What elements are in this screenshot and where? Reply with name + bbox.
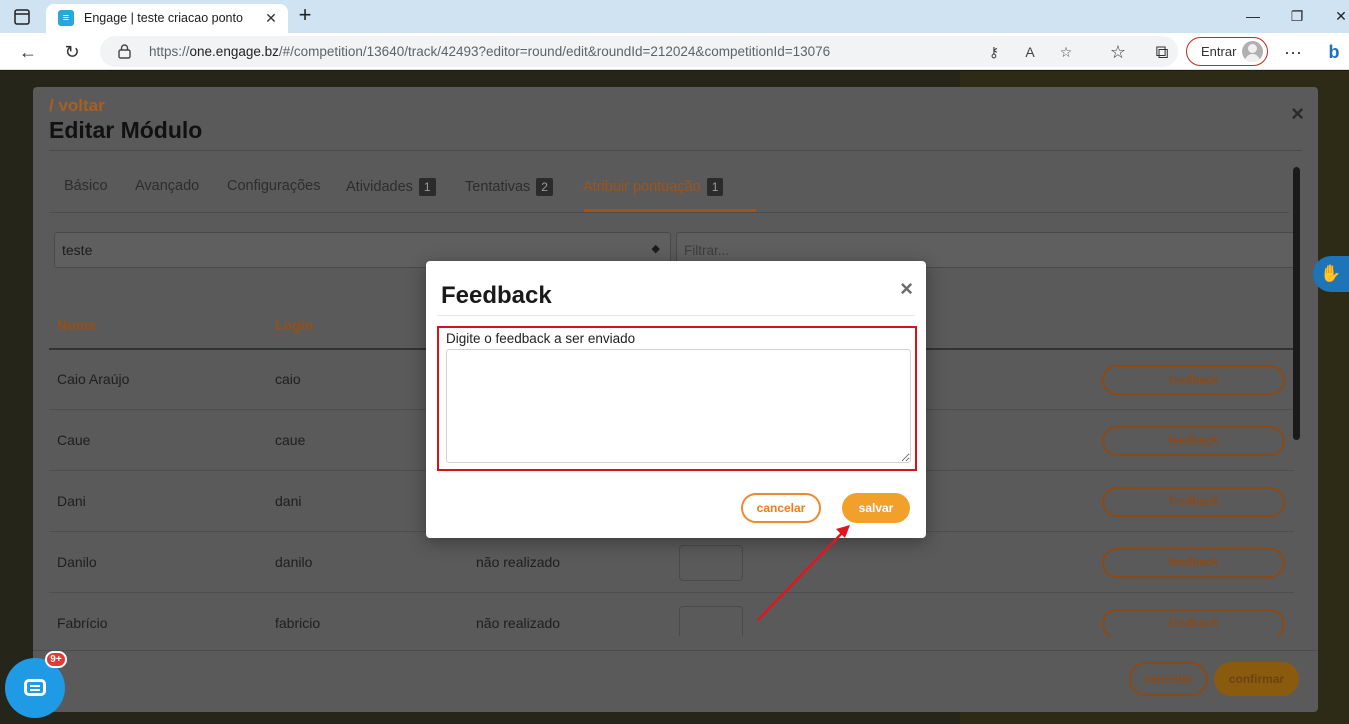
table-row: Danilo danilo não realizado feedback (49, 532, 1294, 593)
score-input[interactable] (679, 545, 743, 581)
tab-badge: 1 (706, 178, 724, 196)
page-title: Editar Módulo (49, 117, 203, 143)
chat-notification-badge: 9+ (45, 651, 67, 668)
module-tabs: Básico Avançado Configurações Atividades… (49, 175, 1289, 213)
engage-favicon-icon: ≡ (58, 10, 74, 26)
browser-toolbar: ← ↻ https://one.engage.bz/#/competition/… (0, 33, 1349, 70)
modal-close-icon[interactable]: × (1291, 101, 1304, 127)
key-icon[interactable]: ⚷ (984, 42, 1004, 62)
cancel-button[interactable]: cancelar (1129, 662, 1208, 696)
select-arrows-icon: ◆ (651, 243, 660, 255)
add-favorite-icon[interactable]: ☆ (1056, 42, 1076, 62)
back-arrow-icon[interactable]: ← (16, 40, 40, 64)
confirm-button[interactable]: confirmar (1214, 662, 1299, 696)
lock-icon (118, 44, 131, 59)
tab-close-icon[interactable]: ✕ (262, 9, 280, 27)
column-header-login: Login (275, 317, 314, 333)
feedback-button[interactable]: feedback (1102, 365, 1285, 395)
feedback-field-label: Digite o feedback a ser enviado (446, 331, 636, 346)
minimize-icon[interactable]: — (1243, 6, 1263, 26)
footer-divider (33, 650, 1318, 651)
browser-tab[interactable]: ≡ Engage | teste criacao ponto ✕ (46, 4, 288, 33)
row-name: Dani (57, 493, 86, 509)
row-login: caio (275, 371, 301, 387)
sign-in-button[interactable]: Entrar (1186, 37, 1268, 66)
dialog-cancel-button[interactable]: cancelar (741, 493, 821, 523)
row-name: Caue (57, 432, 91, 448)
score-input[interactable] (679, 606, 743, 636)
row-login: dani (275, 493, 302, 509)
sign-in-label: Entrar (1201, 44, 1237, 59)
feedback-button[interactable]: feedback (1102, 609, 1285, 636)
tab-badge: 1 (418, 178, 436, 196)
dialog-close-icon[interactable]: × (900, 276, 913, 302)
row-name: Danilo (57, 554, 97, 570)
filter-placeholder: Filtrar... (684, 243, 730, 258)
active-tab-indicator (584, 209, 756, 212)
feedback-textarea[interactable] (446, 349, 911, 463)
row-name: Fabrício (57, 615, 108, 631)
row-login: caue (275, 432, 306, 448)
dialog-save-button[interactable]: salvar (842, 493, 910, 523)
new-tab-icon[interactable]: + (294, 4, 316, 27)
browser-tab-bar: ≡ Engage | teste criacao ponto ✕ + — ❐ ✕ (0, 0, 1349, 33)
reload-icon[interactable]: ↻ (60, 40, 84, 64)
favorites-icon[interactable]: ☆ (1106, 40, 1130, 64)
scrollbar[interactable] (1293, 167, 1300, 440)
chat-icon (24, 679, 46, 696)
row-name: Caio Araújo (57, 371, 130, 387)
more-menu-icon[interactable]: ··· (1281, 40, 1305, 64)
tab-atribuir-pontuacao[interactable]: Atribuir pontuação 1 (583, 178, 724, 196)
table-row: Fabrício fabricio não realizado feedback (49, 593, 1294, 636)
read-aloud-icon[interactable]: A (1020, 42, 1040, 62)
feedback-button[interactable]: feedback (1102, 548, 1285, 578)
avatar (1242, 41, 1263, 62)
feedback-button[interactable]: feedback (1102, 487, 1285, 517)
feedback-dialog: Feedback × Digite o feedback a ser envia… (426, 261, 926, 538)
tab-tentativas[interactable]: Tentativas 2 (465, 178, 553, 196)
tab-basico[interactable]: Básico (64, 178, 108, 194)
accessibility-icon[interactable]: ✋ (1313, 256, 1349, 292)
restore-icon[interactable]: ❐ (1287, 6, 1307, 26)
bing-icon[interactable]: b (1322, 40, 1346, 64)
select-value: teste (62, 242, 93, 258)
back-link[interactable]: / voltar (49, 96, 105, 116)
divider (49, 150, 1302, 151)
feedback-button[interactable]: feedback (1102, 426, 1285, 456)
tab-configuracoes[interactable]: Configurações (227, 178, 321, 194)
row-login: fabricio (275, 615, 321, 631)
collections-icon[interactable]: ⧉ (1150, 40, 1174, 64)
row-status: não realizado (476, 554, 561, 570)
tab-actions-icon[interactable] (12, 7, 32, 27)
url-text: https://one.engage.bz/#/competition/1364… (149, 44, 831, 59)
tab-title: Engage | teste criacao ponto (84, 11, 243, 25)
tab-atividades[interactable]: Atividades 1 (346, 178, 436, 196)
tab-badge: 2 (536, 178, 553, 196)
close-window-icon[interactable]: ✕ (1331, 6, 1349, 26)
tab-avancado[interactable]: Avançado (135, 178, 199, 194)
row-login: danilo (275, 554, 313, 570)
address-bar[interactable]: https://one.engage.bz/#/competition/1364… (100, 36, 1178, 67)
dialog-title: Feedback (441, 282, 552, 309)
column-header-nome: Nome (57, 317, 96, 333)
dialog-divider (437, 315, 915, 316)
row-status: não realizado (476, 615, 561, 631)
